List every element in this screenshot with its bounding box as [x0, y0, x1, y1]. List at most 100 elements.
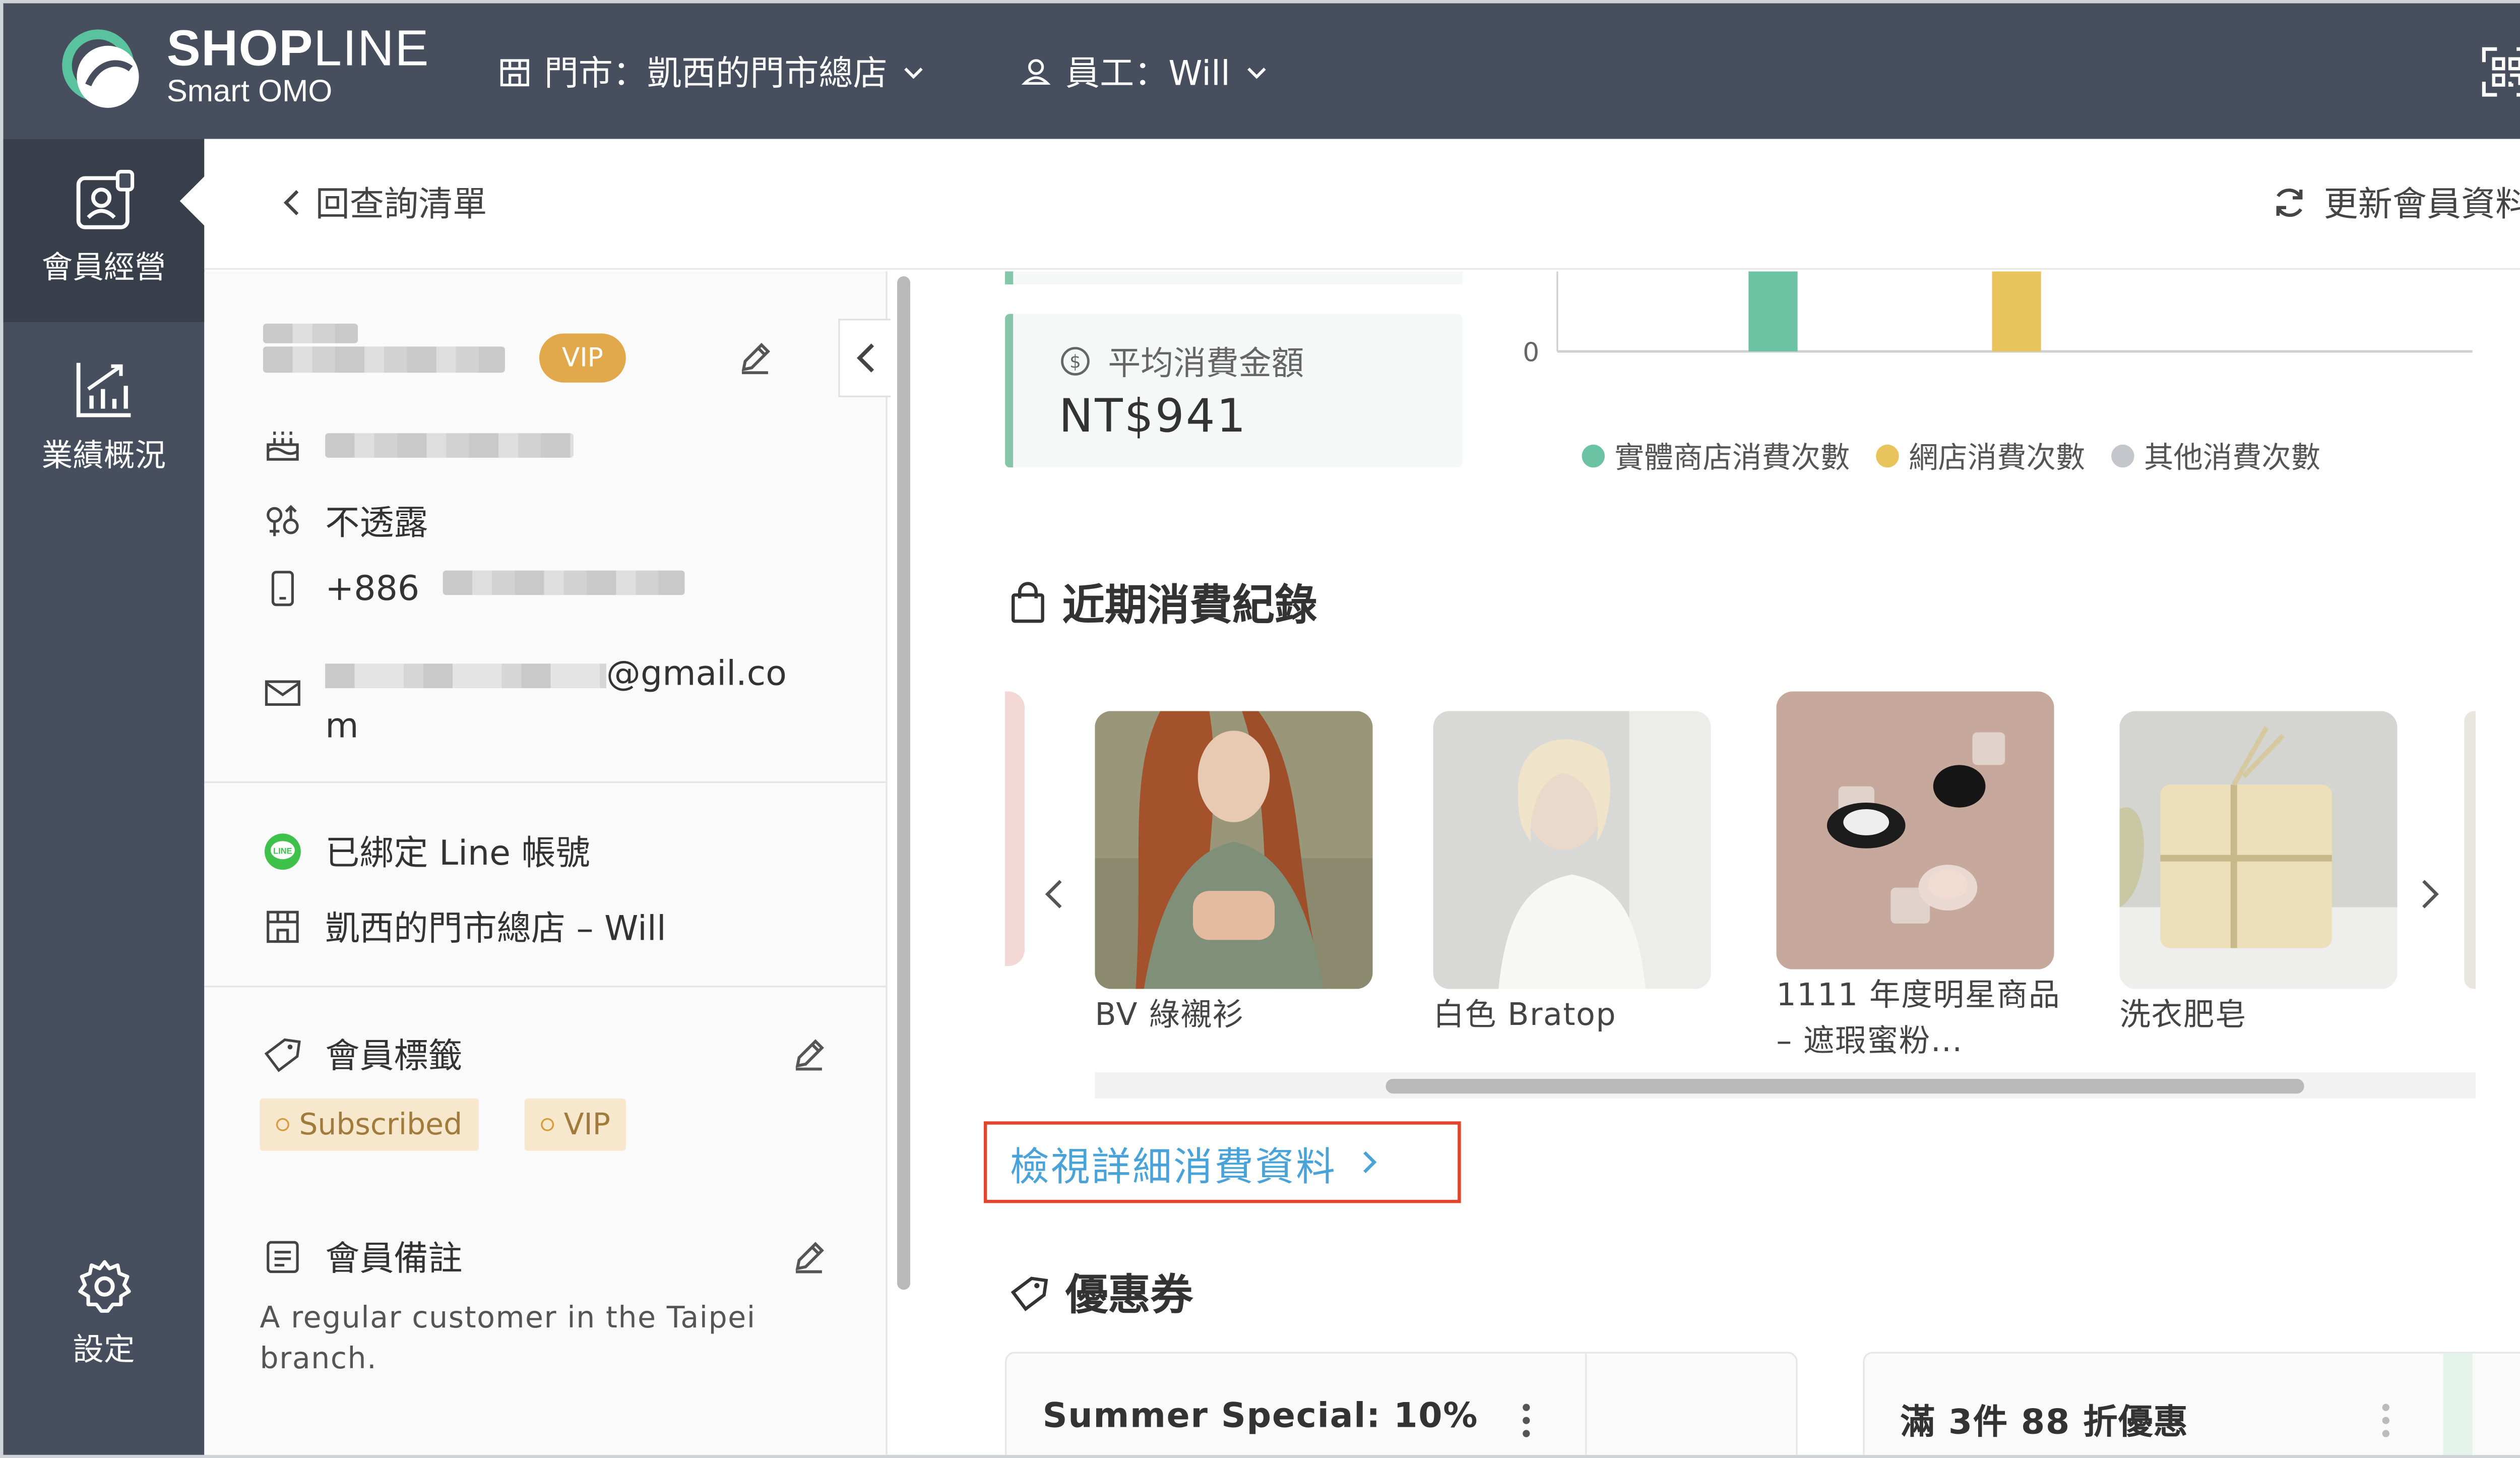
- product-image: [1433, 711, 1711, 989]
- member-tag[interactable]: VIP: [524, 1098, 627, 1151]
- shopline-logo-icon: [62, 29, 139, 108]
- edit-tags-pencil-icon[interactable]: [791, 1037, 827, 1072]
- line-app-icon: LINE: [265, 833, 301, 870]
- rail-label-members: 會員經營: [41, 250, 166, 286]
- store-icon: [267, 910, 299, 943]
- staff-selector[interactable]: 員工：Will: [1020, 46, 1269, 98]
- redacted-phone: [442, 569, 684, 594]
- back-to-list-link[interactable]: 回查詢清單: [279, 178, 487, 227]
- view-purchase-details-link[interactable]: 檢視詳細消費資料: [983, 1121, 1461, 1203]
- product-name: BV 綠襯衫: [1095, 997, 1245, 1034]
- more-options-icon[interactable]: [2381, 1403, 2390, 1438]
- tag-icon: [264, 1038, 301, 1072]
- mobile-phone-icon: [271, 571, 294, 606]
- divider: [204, 781, 886, 783]
- gender-row: 不透露: [263, 497, 428, 546]
- vip-badge: VIP: [539, 333, 626, 383]
- divider: [204, 986, 886, 988]
- edit-pencil-icon[interactable]: [737, 340, 773, 376]
- legend-item: 實體商店消費次數: [1582, 435, 1850, 477]
- main-content: $ 平均消費金額 NT$941 0 實體商店消費次數 網店消費次數 其他消費次數…: [915, 271, 2520, 1455]
- coupon-title: 滿 3件 88 折優惠: [1900, 1402, 2189, 1442]
- member-tags-title: 會員標籤: [263, 1030, 463, 1079]
- product-name: 洗衣肥皂: [2119, 997, 2247, 1034]
- member-card-icon: [76, 169, 134, 229]
- email-wrap: m: [325, 706, 359, 746]
- gender-icon: [267, 505, 299, 536]
- email-suffix: @gmail.co: [606, 653, 787, 693]
- chevron-down-icon: [904, 68, 923, 79]
- partial-product-card: [1005, 691, 1025, 966]
- view-details-label: 檢視詳細消費資料: [1010, 1143, 1337, 1189]
- line-bound-row: LINE 已綁定 Line 帳號: [263, 827, 590, 876]
- back-label: 回查詢清單: [315, 185, 487, 224]
- chart-bar-online: [1992, 271, 2041, 352]
- coupon-card[interactable]: Summer Special: 10%: [1005, 1352, 1798, 1455]
- birthday-row: [263, 425, 574, 464]
- recent-purchases-carousel: BV 綠襯衫 白色 Bratop 1111 年度明星商品 – 遮瑕蜜粉... 洗…: [1005, 688, 2476, 1097]
- app-window: SHOPLINE Smart OMO 門市：凱西的門市總店 員工：Will 會員…: [0, 0, 2520, 1458]
- store-staff-label: 凱西的門市總店 – Will: [325, 908, 666, 948]
- rail-item-members[interactable]: 會員經營: [3, 139, 206, 322]
- product-image: [1776, 691, 2054, 969]
- chevron-left-icon: [856, 343, 873, 373]
- tag-icon: [1011, 1275, 1048, 1311]
- product-name: 1111 年度明星商品 – 遮瑕蜜粉...: [1776, 977, 2061, 1060]
- avg-spend-card: $ 平均消費金額 NT$941: [1005, 314, 1463, 468]
- store-selector[interactable]: 門市：凱西的門市總店: [498, 46, 926, 98]
- member-tag[interactable]: Subscribed: [260, 1098, 479, 1151]
- refresh-label: 更新會員資料: [2323, 185, 2520, 224]
- scan-qr-icon[interactable]: [2481, 46, 2520, 98]
- product-image: [2119, 711, 2398, 989]
- coupons-title: 優惠券: [1010, 1262, 1193, 1322]
- legend-item: 其他消費次數: [2111, 435, 2320, 477]
- line-bound-label: 已綁定 Line 帳號: [325, 833, 590, 873]
- svg-text:LINE: LINE: [273, 847, 292, 856]
- avg-spend-label: 平均消費金額: [1108, 343, 1304, 383]
- chart-legend: 實體商店消費次數 網店消費次數 其他消費次數: [1582, 435, 2320, 477]
- recent-purchases-title: 近期消費紀錄: [1010, 572, 1317, 633]
- top-bar: SHOPLINE Smart OMO 門市：凱西的門市總店 員工：Will: [3, 3, 2520, 139]
- more-options-icon[interactable]: [1522, 1403, 1531, 1438]
- collapse-panel-button[interactable]: [838, 319, 891, 397]
- edit-notes-pencil-icon[interactable]: [791, 1239, 827, 1275]
- chart-trend-icon: [76, 362, 130, 417]
- rail-item-settings[interactable]: 設定: [3, 1250, 204, 1433]
- chart-bar-store: [1748, 271, 1798, 352]
- store-label: 門市：凱西的門市總店: [544, 53, 888, 93]
- phone-prefix: +886: [325, 569, 420, 609]
- side-rail: 會員經營 業績概況 設定: [3, 139, 206, 1455]
- carousel-next-icon[interactable]: [2414, 875, 2446, 914]
- stat-card-partial: [1005, 271, 1463, 285]
- product-name: 白色 Bratop: [1433, 997, 1617, 1034]
- brand-wordmark: SHOPLINE Smart OMO: [166, 19, 430, 110]
- rail-item-performance[interactable]: 業績概況: [3, 343, 204, 526]
- phone-row: +886: [263, 569, 684, 608]
- chevron-right-icon: [1363, 1151, 1377, 1174]
- chevron-down-icon: [1247, 68, 1266, 79]
- legend-item: 網店消費次數: [1876, 435, 2085, 477]
- carousel-prev-icon[interactable]: [1038, 875, 1070, 914]
- coupon-card[interactable]: 滿 3件 88 折優惠: [1863, 1352, 2520, 1455]
- y-tick-zero: 0: [1523, 338, 1539, 368]
- refresh-member-button[interactable]: 更新會員資料: [2272, 178, 2520, 227]
- profile-scrollbar[interactable]: [894, 273, 914, 1454]
- carousel-scrollbar[interactable]: [1095, 1072, 2476, 1099]
- birthday-cake-icon: [267, 431, 299, 461]
- avg-spend-value: NT$941: [1059, 389, 1247, 443]
- member-note-text: A regular customer in the Taipei branch.: [260, 1301, 756, 1377]
- member-notes-title: 會員備註: [263, 1233, 463, 1282]
- chevron-left-icon: [283, 190, 299, 216]
- redacted-name-line2: [263, 346, 505, 373]
- store-icon: [500, 59, 529, 87]
- staff-label: 員工：Will: [1065, 53, 1230, 93]
- svg-text:$: $: [1069, 351, 1081, 372]
- active-indicator: [179, 174, 206, 227]
- gear-icon: [77, 1260, 131, 1313]
- user-pin-icon: [1021, 59, 1051, 85]
- redacted-email: [325, 662, 606, 688]
- gender-value: 不透露: [325, 503, 428, 543]
- dollar-coin-icon: $: [1061, 346, 1090, 375]
- redacted-name-line1: [263, 323, 358, 343]
- notes-icon: [267, 1241, 299, 1273]
